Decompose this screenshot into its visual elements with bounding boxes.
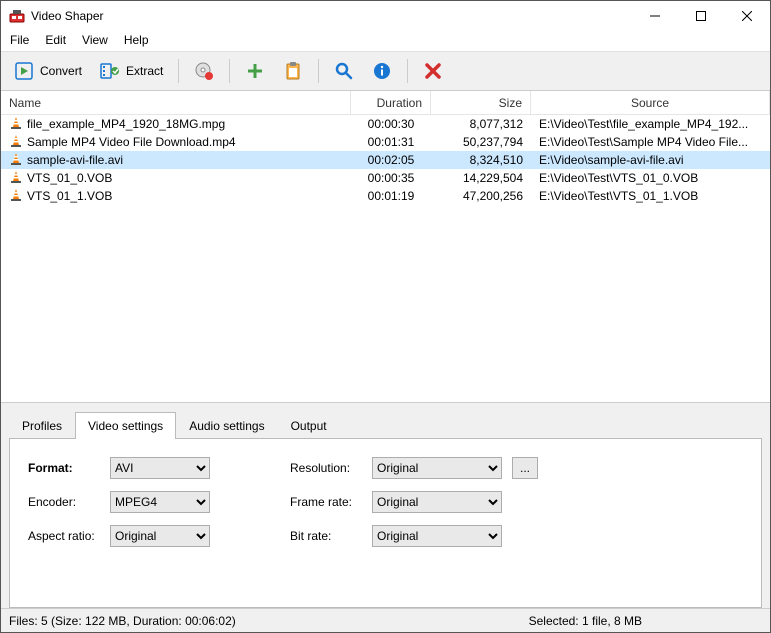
- column-header-duration[interactable]: Duration: [351, 91, 431, 114]
- label-bitrate: Bit rate:: [290, 529, 362, 543]
- extract-label: Extract: [126, 64, 163, 78]
- table-row[interactable]: VTS_01_0.VOB 00:00:3514,229,504E:\Video\T…: [1, 169, 770, 187]
- disc-icon: [194, 61, 214, 81]
- app-icon: [9, 8, 25, 24]
- tab-output[interactable]: Output: [278, 412, 340, 439]
- minimize-button[interactable]: [632, 1, 678, 31]
- magnifier-icon: [334, 61, 354, 81]
- file-duration: 00:02:05: [351, 153, 431, 167]
- file-source: E:\Video\Test\VTS_01_1.VOB: [531, 189, 770, 203]
- convert-icon: [14, 61, 34, 81]
- search-button[interactable]: [327, 56, 361, 86]
- file-duration: 00:00:30: [351, 117, 431, 131]
- maximize-button[interactable]: [678, 1, 724, 31]
- toolbar: Convert Extract: [1, 51, 770, 91]
- table-row[interactable]: Sample MP4 Video File Download.mp4 00:01:…: [1, 133, 770, 151]
- framerate-select[interactable]: Original: [372, 491, 502, 513]
- separator: [318, 59, 319, 83]
- file-type-icon: [9, 170, 23, 187]
- convert-label: Convert: [40, 64, 82, 78]
- file-type-icon: [9, 152, 23, 169]
- x-icon: [423, 61, 443, 81]
- file-type-icon: [9, 134, 23, 151]
- separator: [407, 59, 408, 83]
- menu-edit[interactable]: Edit: [38, 31, 73, 49]
- extract-icon: [100, 61, 120, 81]
- bitrate-select[interactable]: Original: [372, 525, 502, 547]
- table-row[interactable]: file_example_MP4_1920_18MG.mpg 00:00:308,…: [1, 115, 770, 133]
- menu-file[interactable]: File: [3, 31, 36, 49]
- plus-icon: [245, 61, 265, 81]
- table-row[interactable]: sample-avi-file.avi 00:02:058,324,510E:\V…: [1, 151, 770, 169]
- video-settings-panel: Format: AVI Resolution: Original ... Enc…: [9, 438, 762, 608]
- menubar: File Edit View Help: [1, 31, 770, 51]
- separator: [229, 59, 230, 83]
- label-encoder: Encoder:: [28, 495, 100, 509]
- paste-button[interactable]: [276, 56, 310, 86]
- file-size: 8,324,510: [431, 153, 531, 167]
- file-source: E:\Video\Test\file_example_MP4_192...: [531, 117, 770, 131]
- file-size: 8,077,312: [431, 117, 531, 131]
- file-duration: 00:01:31: [351, 135, 431, 149]
- file-list[interactable]: Name Duration Size Source file_example_M…: [1, 91, 770, 402]
- resolution-custom-button[interactable]: ...: [512, 457, 538, 479]
- file-source: E:\Video\Test\Sample MP4 Video File...: [531, 135, 770, 149]
- add-button[interactable]: [238, 56, 272, 86]
- window-controls: [632, 1, 770, 31]
- close-button[interactable]: [724, 1, 770, 31]
- status-right: Selected: 1 file, 8 MB: [529, 614, 642, 628]
- settings-area: ProfilesVideo settingsAudio settingsOutp…: [1, 402, 770, 608]
- extract-button[interactable]: Extract: [93, 56, 170, 86]
- file-size: 14,229,504: [431, 171, 531, 185]
- file-name: VTS_01_1.VOB: [27, 189, 112, 203]
- statusbar: Files: 5 (Size: 122 MB, Duration: 00:06:…: [1, 608, 770, 632]
- file-name: sample-avi-file.avi: [27, 153, 123, 167]
- file-type-icon: [9, 188, 23, 205]
- window-title: Video Shaper: [31, 9, 104, 23]
- aspect-select[interactable]: Original: [110, 525, 210, 547]
- file-name: Sample MP4 Video File Download.mp4: [27, 135, 236, 149]
- menu-help[interactable]: Help: [117, 31, 156, 49]
- titlebar: Video Shaper: [1, 1, 770, 31]
- label-resolution: Resolution:: [290, 461, 362, 475]
- file-duration: 00:01:19: [351, 189, 431, 203]
- info-icon: [372, 61, 392, 81]
- remove-button[interactable]: [416, 56, 450, 86]
- clipboard-icon: [283, 61, 303, 81]
- settings-tabs: ProfilesVideo settingsAudio settingsOutp…: [9, 412, 762, 439]
- label-aspect: Aspect ratio:: [28, 529, 100, 543]
- file-type-icon: [9, 116, 23, 133]
- tab-audio-settings[interactable]: Audio settings: [176, 412, 277, 439]
- file-source: E:\Video\sample-avi-file.avi: [531, 153, 770, 167]
- info-button[interactable]: [365, 56, 399, 86]
- label-framerate: Frame rate:: [290, 495, 362, 509]
- column-header-size[interactable]: Size: [431, 91, 531, 114]
- column-header-source[interactable]: Source: [531, 91, 770, 114]
- file-size: 50,237,794: [431, 135, 531, 149]
- file-size: 47,200,256: [431, 189, 531, 203]
- format-select[interactable]: AVI: [110, 457, 210, 479]
- convert-button[interactable]: Convert: [7, 56, 89, 86]
- file-source: E:\Video\Test\VTS_01_0.VOB: [531, 171, 770, 185]
- separator: [178, 59, 179, 83]
- encoder-select[interactable]: MPEG4: [110, 491, 210, 513]
- file-name: file_example_MP4_1920_18MG.mpg: [27, 117, 225, 131]
- disc-button[interactable]: [187, 56, 221, 86]
- tab-video-settings[interactable]: Video settings: [75, 412, 176, 439]
- application-window: Video Shaper File Edit View Help Convert: [0, 0, 771, 633]
- column-header-name[interactable]: Name: [1, 91, 351, 114]
- resolution-select[interactable]: Original: [372, 457, 502, 479]
- file-duration: 00:00:35: [351, 171, 431, 185]
- table-row[interactable]: VTS_01_1.VOB 00:01:1947,200,256E:\Video\T…: [1, 187, 770, 205]
- tab-profiles[interactable]: Profiles: [9, 412, 75, 439]
- file-name: VTS_01_0.VOB: [27, 171, 112, 185]
- menu-view[interactable]: View: [75, 31, 115, 49]
- label-format: Format:: [28, 461, 100, 475]
- column-header-row: Name Duration Size Source: [1, 91, 770, 115]
- status-left: Files: 5 (Size: 122 MB, Duration: 00:06:…: [9, 614, 236, 628]
